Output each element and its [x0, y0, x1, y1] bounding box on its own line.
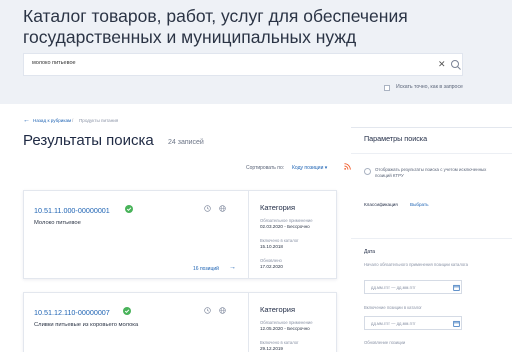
check-circle-icon	[125, 205, 133, 213]
search-icon[interactable]	[450, 59, 462, 71]
results-title: Результаты поиска	[23, 132, 154, 149]
meta-label: Включено в каталог	[260, 238, 299, 243]
meta-value: 02.03.2020 - Бессрочно	[260, 224, 310, 229]
category-title: Категория	[260, 305, 296, 314]
meta-value: 17.02.2020	[260, 264, 283, 269]
meta-value: 29.12.2019	[260, 346, 283, 351]
meta-label: Обновлено	[260, 258, 282, 263]
clock-icon	[204, 307, 211, 314]
exclude-positions-radio[interactable]	[364, 168, 371, 175]
included-date-field[interactable]: дд.мм.гггг — дд.мм.гггг	[364, 316, 462, 330]
mandatory-date-field[interactable]: дд.мм.гггг — дд.мм.гггг	[364, 280, 462, 294]
card-divider	[248, 191, 249, 278]
meta-label: Обязательное применение	[260, 218, 313, 223]
breadcrumb-back-link[interactable]: Назад к рубрикам	[33, 118, 71, 123]
classification-choose-link[interactable]: Выбрать	[410, 202, 429, 207]
included-date-label: Включение позиции в каталог	[364, 305, 422, 310]
card-divider	[248, 293, 249, 352]
arrow-left-icon[interactable]: ←	[23, 117, 30, 124]
date-placeholder: дд.мм.гггг — дд.мм.гггг	[371, 285, 416, 290]
globe-icon	[219, 307, 226, 314]
meta-value: 12.05.2020 - Бессрочно	[260, 326, 310, 331]
panel-title: Параметры поиска	[364, 134, 428, 143]
header-band: Каталог товаров, работ, услуг для обеспе…	[0, 0, 512, 104]
item-description: Молоко питьевое	[34, 220, 81, 226]
exact-match-label: Искать точно, как в запросе	[396, 84, 463, 90]
arrow-right-icon[interactable]: →	[229, 264, 236, 271]
calendar-icon[interactable]	[453, 284, 460, 291]
panel-top-border	[351, 127, 512, 128]
close-icon[interactable]: ✕	[438, 59, 446, 70]
exclude-positions-label: Отображать результаты поиска с учетом ис…	[375, 167, 487, 178]
exact-match-checkbox[interactable]	[384, 85, 390, 91]
calendar-icon[interactable]	[453, 320, 460, 327]
date-heading: Дата	[364, 249, 376, 255]
breadcrumb-current: Продукты питания	[79, 118, 119, 123]
meta-label: Включено в каталог	[260, 340, 299, 345]
search-box[interactable]: ✕	[23, 53, 463, 76]
item-description: Сливки питьевые из коровьего молока	[34, 322, 139, 328]
date-placeholder: дд.мм.гггг — дд.мм.гггг	[371, 321, 416, 326]
sort-dropdown[interactable]: Коду позиции ▾	[292, 165, 327, 171]
breadcrumb-separator: /	[72, 118, 74, 123]
results-count: 24 записей	[168, 139, 204, 146]
updated-date-label: Обновление позиции	[364, 340, 406, 345]
mandatory-date-label: Начало обязательного применения позиции …	[364, 262, 468, 267]
result-card: 10.51.12.110-00000007 Сливки питьевые из…	[23, 292, 337, 352]
clock-icon	[204, 205, 211, 212]
result-card: 10.51.11.000-00000001 Молоко питьевое 16…	[23, 190, 337, 279]
page-title: Каталог товаров, работ, услуг для обеспе…	[23, 6, 408, 47]
category-title: Категория	[260, 203, 296, 212]
meta-value: 15.10.2018	[260, 244, 283, 249]
sort-label: Сортировать по:	[246, 165, 285, 171]
item-code-link[interactable]: 10.51.12.110-00000007	[34, 308, 110, 317]
item-code-link[interactable]: 10.51.11.000-00000001	[34, 206, 110, 215]
check-circle-icon	[123, 307, 131, 315]
panel-divider	[351, 153, 512, 154]
rss-icon[interactable]	[344, 163, 351, 170]
positions-link[interactable]: 16 позиций	[193, 266, 219, 272]
panel-divider	[351, 238, 512, 239]
classification-label: Классификация	[364, 202, 398, 207]
search-input[interactable]	[32, 60, 432, 66]
globe-icon	[219, 205, 226, 212]
meta-label: Обязательное применение	[260, 320, 313, 325]
